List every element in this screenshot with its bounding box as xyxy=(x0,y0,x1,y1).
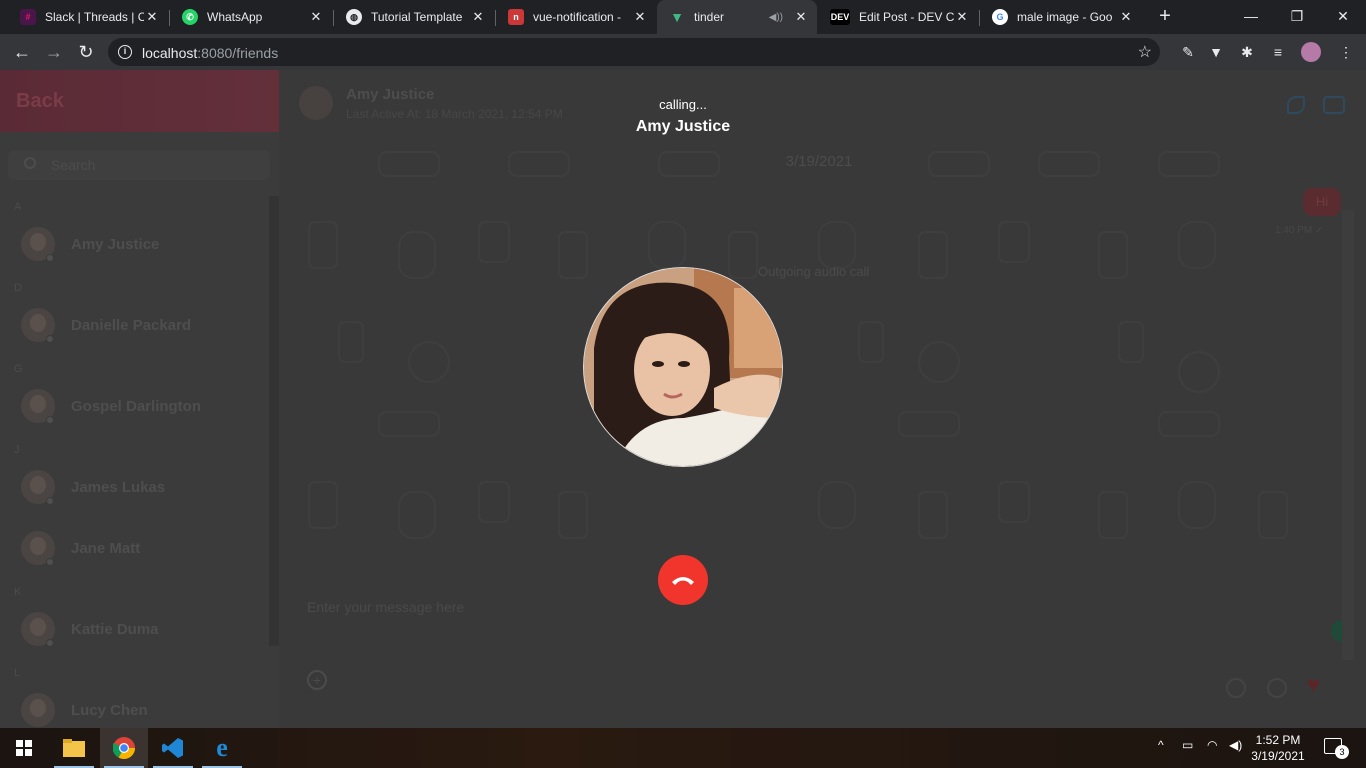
search-icon xyxy=(24,157,36,169)
caller-avatar xyxy=(583,267,783,467)
add-attachment-button[interactable]: + xyxy=(307,670,327,690)
chat-header: Amy Justice Last Active At: 18 March 202… xyxy=(279,70,1366,132)
close-icon[interactable]: ✕ xyxy=(632,9,648,25)
group-letter: K xyxy=(14,586,22,598)
search-input[interactable]: Search xyxy=(8,150,270,180)
tab-tutorial[interactable]: ◍ Tutorial Template ✕ xyxy=(334,0,494,34)
puzzle-icon[interactable]: ✱ xyxy=(1237,42,1257,62)
chat-panel: Amy Justice Last Active At: 18 March 202… xyxy=(279,70,1366,728)
edge-icon[interactable]: e xyxy=(198,728,246,768)
close-icon[interactable]: ✕ xyxy=(470,9,486,25)
restore-icon[interactable]: ❐ xyxy=(1274,4,1320,28)
close-icon[interactable]: ✕ xyxy=(793,9,809,25)
sidebar-scrollbar[interactable] xyxy=(269,196,279,646)
group-letter: J xyxy=(14,444,20,456)
group-letter: G xyxy=(14,363,23,375)
npm-icon: n xyxy=(508,9,524,25)
friend-item[interactable]: Amy Justice xyxy=(0,217,268,277)
friend-item[interactable]: Kattie Duma xyxy=(0,602,268,662)
tab-whatsapp[interactable]: ✆ WhatsApp ✕ xyxy=(170,0,332,34)
tab-tinder[interactable]: ▼ tinder ◀)) ✕ xyxy=(657,0,817,34)
chevron-up-icon[interactable]: ^ xyxy=(1158,738,1164,752)
friend-item[interactable]: Gospel Darlington xyxy=(0,379,268,439)
phone-icon[interactable] xyxy=(1287,96,1305,114)
volume-icon[interactable]: ◀) xyxy=(1229,738,1242,752)
google-icon: G xyxy=(992,9,1008,25)
profile-avatar[interactable] xyxy=(1301,42,1321,62)
globe-icon: ◍ xyxy=(346,9,362,25)
friend-item[interactable]: Lucy Chen xyxy=(0,683,268,728)
menu-icon[interactable]: ⋮ xyxy=(1336,42,1356,62)
whatsapp-icon: ✆ xyxy=(182,9,198,25)
new-tab-button[interactable]: + xyxy=(1155,6,1175,26)
extension-icon[interactable]: ✎ xyxy=(1178,42,1198,62)
wifi-icon[interactable]: ◠ xyxy=(1207,738,1217,752)
close-icon[interactable]: ✕ xyxy=(954,9,970,25)
dev-icon: DEV xyxy=(830,9,850,25)
battery-icon[interactable]: ▭ xyxy=(1182,738,1193,752)
bookmark-star-icon[interactable]: ☆ xyxy=(1138,42,1152,62)
message-bubble: Hi xyxy=(1303,188,1341,216)
group-letter: A xyxy=(14,201,22,213)
media-control-icon[interactable]: ≡ xyxy=(1268,42,1288,62)
tab-vue-notification[interactable]: n vue-notification - ✕ xyxy=(496,0,656,34)
windows-start-icon[interactable] xyxy=(0,728,48,768)
heart-icon[interactable]: ♥ xyxy=(1307,672,1320,698)
address-bar[interactable]: i localhost:8080/friends ☆ xyxy=(108,38,1160,66)
back-button[interactable]: Back xyxy=(16,90,64,113)
emoji-icon[interactable] xyxy=(1267,678,1287,698)
tab-dev[interactable]: DEV Edit Post - DEV Co ✕ xyxy=(818,0,978,34)
phone-hangup-icon xyxy=(672,577,694,585)
last-active-text: Last Active At: 18 March 2021, 12:54 PM xyxy=(346,107,563,121)
window-close-icon[interactable]: ✕ xyxy=(1320,4,1366,28)
message-input[interactable]: Enter your message here xyxy=(299,590,1349,662)
reload-icon[interactable]: ↻ xyxy=(74,40,98,64)
friend-item[interactable]: Jane Matt xyxy=(0,521,268,581)
message-time: 1:40 PM ✓ xyxy=(1275,225,1324,236)
chat-contact-name: Amy Justice xyxy=(346,86,435,103)
speaker-icon[interactable]: ◀)) xyxy=(769,12,783,23)
minimize-icon[interactable]: — xyxy=(1228,4,1274,28)
forward-arrow-icon[interactable]: → xyxy=(42,40,66,64)
friend-item[interactable]: James Lukas xyxy=(0,460,268,520)
chat-scrollbar[interactable] xyxy=(1342,210,1354,660)
windows-taskbar: e ^ ▭ ◠ ◀) 1:52 PM 3/19/2021 3 xyxy=(0,728,1366,768)
back-arrow-icon[interactable]: ← xyxy=(10,40,34,64)
tab-slack[interactable]: # Slack | Threads | Co ✕ xyxy=(8,0,168,34)
hang-up-button[interactable] xyxy=(658,555,708,605)
tab-strip: # Slack | Threads | Co ✕ ✆ WhatsApp ✕ ◍ … xyxy=(0,0,1366,34)
chrome-icon[interactable] xyxy=(100,728,148,768)
slack-icon: # xyxy=(20,9,36,25)
vue-icon: ▼ xyxy=(670,9,684,25)
group-letter: D xyxy=(14,282,22,294)
close-icon[interactable]: ✕ xyxy=(144,9,160,25)
avatar[interactable] xyxy=(299,86,333,120)
close-icon[interactable]: ✕ xyxy=(308,9,324,25)
date-separator: 3/19/2021 xyxy=(785,153,853,170)
notification-center-icon[interactable]: 3 xyxy=(1324,738,1349,759)
tab-google[interactable]: G male image - Goo ✕ xyxy=(980,0,1142,34)
group-letter: L xyxy=(14,667,21,679)
info-icon[interactable]: i xyxy=(118,45,132,59)
notification-count-badge: 3 xyxy=(1335,745,1349,759)
cloud-icon[interactable] xyxy=(1226,678,1246,698)
back-header[interactable]: Back xyxy=(0,70,279,132)
call-log-note: Outgoing audio call xyxy=(758,264,870,279)
avatar xyxy=(21,693,55,727)
chat-background-pattern xyxy=(308,151,1288,539)
vue-devtools-icon[interactable]: ▼ xyxy=(1206,42,1226,62)
friends-sidebar: Back Search A Amy Justice D Danielle Pac… xyxy=(0,70,279,728)
system-clock[interactable]: 1:52 PM 3/19/2021 xyxy=(1248,732,1308,764)
friend-item[interactable]: Danielle Packard xyxy=(0,298,268,358)
video-camera-icon[interactable] xyxy=(1323,96,1345,114)
browser-toolbar: ← → ↻ i localhost:8080/friends ☆ ✎ ▼ ✱ ≡… xyxy=(0,34,1366,70)
caller-name: Amy Justice xyxy=(635,118,731,135)
file-explorer-icon[interactable] xyxy=(50,728,98,768)
vscode-icon[interactable] xyxy=(149,728,197,768)
url-text[interactable]: localhost:8080/friends xyxy=(142,45,278,61)
close-icon[interactable]: ✕ xyxy=(1118,9,1134,25)
call-status: calling... xyxy=(659,97,707,112)
